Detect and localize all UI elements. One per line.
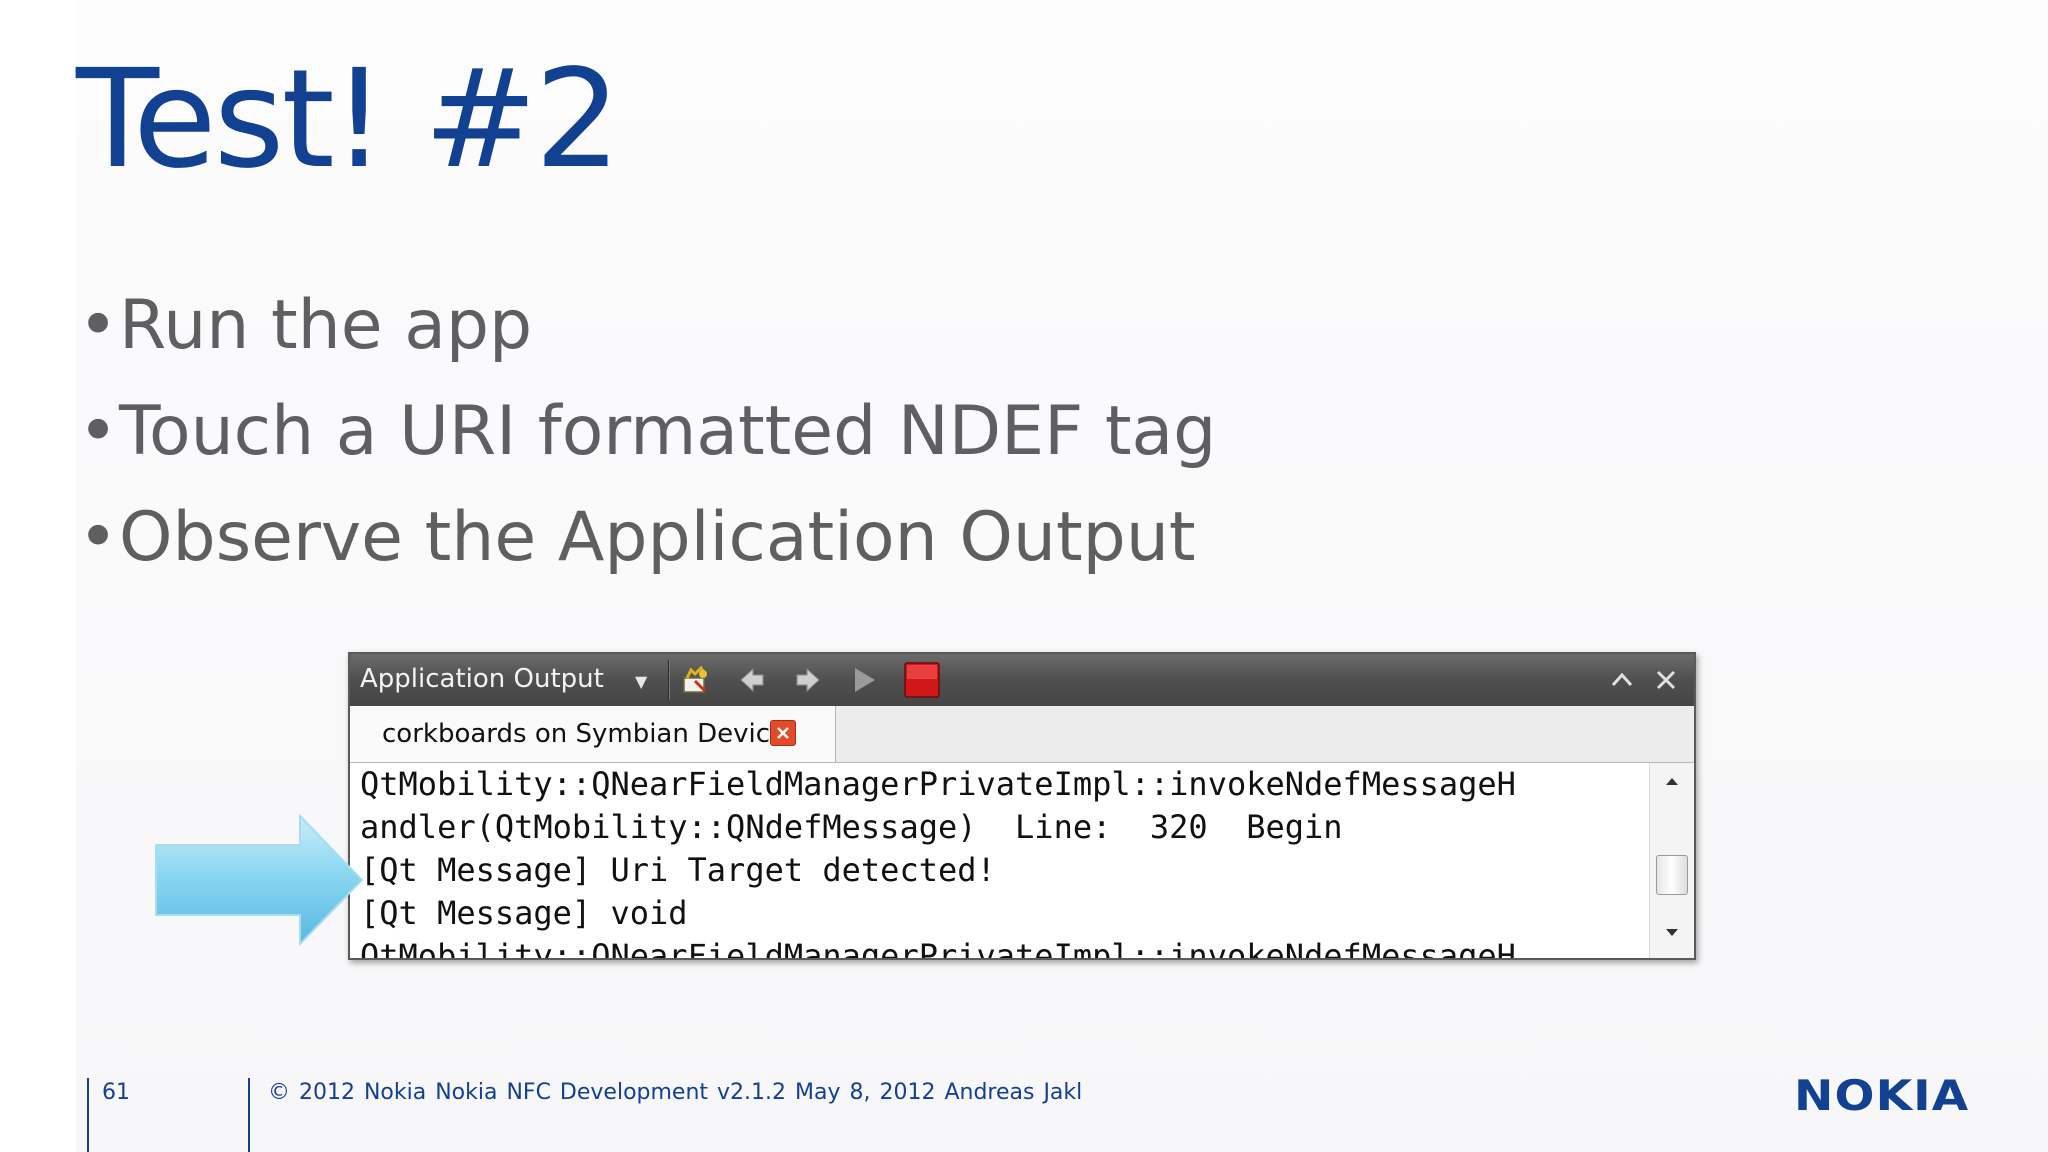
application-output-panel: Application Output ▼ corkboards on Symbi…: [348, 652, 1696, 960]
stop-icon[interactable]: [904, 662, 940, 698]
output-line: [Qt Message] void: [360, 894, 688, 932]
output-scrollbar[interactable]: [1649, 763, 1694, 958]
scrollbar-thumb[interactable]: [1656, 855, 1688, 895]
clear-icon[interactable]: [678, 662, 714, 698]
scroll-down-icon[interactable]: [1662, 923, 1682, 943]
run-icon[interactable]: [846, 662, 882, 698]
tab-corkboards[interactable]: corkboards on Symbian Device: [350, 706, 836, 762]
previous-icon[interactable]: [734, 662, 770, 698]
output-line: QtMobility::QNearFieldManagerPrivateImpl…: [360, 937, 1516, 958]
panel-toolbar: Application Output ▼: [350, 654, 1694, 707]
output-text-area[interactable]: QtMobility::QNearFieldManagerPrivateImpl…: [350, 763, 1650, 958]
bullet-item: •Run the app: [78, 280, 1216, 386]
bullet-item: •Observe the Application Output: [78, 492, 1216, 598]
slide-title: Test! #2: [76, 41, 621, 199]
footer-divider: [248, 1078, 250, 1152]
output-tab-bar: corkboards on Symbian Device: [350, 706, 1694, 763]
tab-close-icon[interactable]: [770, 720, 796, 746]
maximize-icon[interactable]: [1604, 662, 1640, 698]
next-icon[interactable]: [790, 662, 826, 698]
output-line: QtMobility::QNearFieldManagerPrivateImpl…: [360, 765, 1516, 803]
tab-label: corkboards on Symbian Device: [382, 719, 787, 749]
bullet-text: Observe the Application Output: [119, 498, 1196, 577]
page-number: 61: [102, 1080, 130, 1105]
bullet-dot: •: [78, 498, 119, 577]
footer-info: © 2012 Nokia Nokia NFC Development v2.1.…: [268, 1080, 1083, 1105]
panel-selector-dropdown[interactable]: ▼: [635, 672, 647, 691]
arrow-callout-icon: [150, 810, 370, 954]
panel-title: Application Output: [360, 664, 604, 694]
output-line: andler(QtMobility::QNdefMessage) Line: 3…: [360, 808, 1343, 846]
bullet-dot: •: [78, 392, 119, 471]
nokia-logo: NOKIA: [1794, 1071, 1970, 1120]
footer-divider: [87, 1078, 89, 1152]
toolbar-separator: [668, 660, 670, 700]
output-line: [Qt Message] Uri Target detected!: [360, 851, 996, 889]
close-panel-icon[interactable]: [1648, 662, 1684, 698]
bullet-text: Touch a URI formatted NDEF tag: [119, 392, 1217, 471]
bullet-dot: •: [78, 286, 119, 365]
bullet-text: Run the app: [119, 286, 533, 365]
bullet-list: •Run the app •Touch a URI formatted NDEF…: [78, 280, 1216, 598]
bullet-item: •Touch a URI formatted NDEF tag: [78, 386, 1216, 492]
scroll-up-icon[interactable]: [1662, 771, 1682, 791]
